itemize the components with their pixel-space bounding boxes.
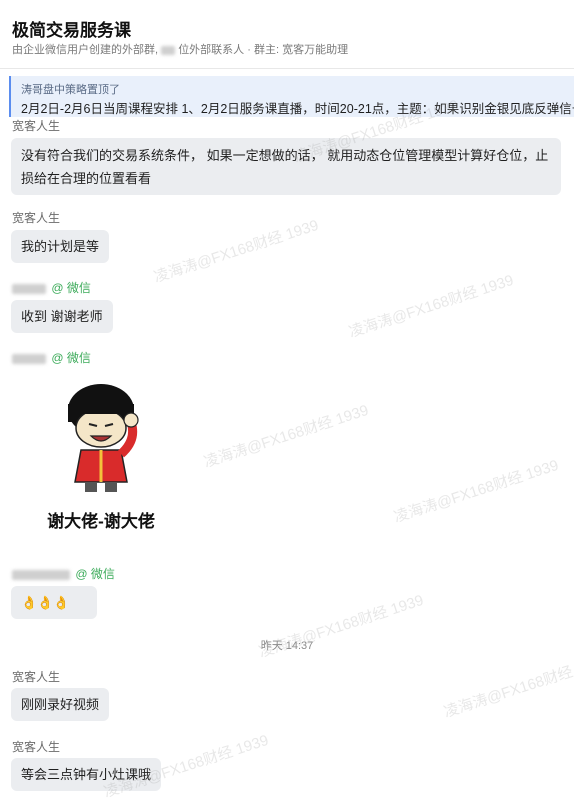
redacted-name bbox=[12, 353, 46, 364]
message-bubble[interactable]: 我的计划是等 bbox=[11, 230, 109, 263]
message-text: 刚刚录好视频 bbox=[21, 697, 100, 712]
redacted-name bbox=[12, 283, 46, 294]
chat-title: 极简交易服务课 bbox=[12, 21, 131, 40]
message-bubble[interactable]: 等会三点钟有小灶课哦 bbox=[11, 758, 161, 791]
pinned-message[interactable]: 涛哥盘中策略置顶了 2月2日-2月6日当周课程安排 1、2月2日服务课直播，时间… bbox=[9, 76, 574, 117]
message-sender[interactable]: @ 微信 bbox=[12, 349, 91, 366]
message-timestamp: 昨天 14:37 bbox=[260, 640, 314, 652]
wechat-tag: @ 微信 bbox=[75, 567, 115, 581]
redacted-name bbox=[12, 569, 70, 580]
message-sender[interactable]: 宽客人生 bbox=[12, 738, 60, 755]
wechat-tag: @ 微信 bbox=[51, 281, 91, 295]
message-sender[interactable]: @ 微信 bbox=[12, 279, 91, 296]
message-bubble[interactable]: 收到 谢谢老师 bbox=[11, 300, 113, 333]
chat-subtitle: 由企业微信用户创建的外部群, 位外部联系人 · 群主: 宽客万能助理 bbox=[12, 41, 348, 57]
message-list[interactable]: 宽客人生 没有符合我们的交易系统条件， 如果一定想做的话， 就用动态仓位管理模型… bbox=[0, 117, 574, 805]
sticker-caption: 谢大佬-谢大佬 bbox=[47, 512, 155, 531]
ok-hand-emoji: 👌👌👌 bbox=[21, 595, 70, 610]
message-text-line: 损给在合理的位置看看 bbox=[21, 171, 152, 186]
pinned-label: 涛哥盘中策略置顶了 bbox=[21, 84, 120, 96]
message-text-line: 没有符合我们的交易系统条件， 如果一定想做的话， 就用动态仓位管理模型计算好仓位… bbox=[21, 148, 549, 163]
message-text: 我的计划是等 bbox=[21, 239, 100, 254]
subtitle-prefix: 由企业微信用户创建的外部群, bbox=[12, 44, 159, 56]
message-text: 等会三点钟有小灶课哦 bbox=[21, 767, 152, 782]
wechat-tag: @ 微信 bbox=[51, 351, 91, 365]
message-sender[interactable]: 宽客人生 bbox=[12, 117, 60, 134]
pinned-text: 2月2日-2月6日当周课程安排 1、2月2日服务课直播，时间20-21点，主题：… bbox=[21, 102, 574, 116]
sticker-image[interactable]: 谢大佬-谢大佬 bbox=[11, 370, 191, 550]
message-sender[interactable]: @ 微信 bbox=[12, 565, 115, 582]
message-sender[interactable]: 宽客人生 bbox=[12, 209, 60, 226]
message-sender[interactable]: 宽客人生 bbox=[12, 668, 60, 685]
chat-header: 极简交易服务课 由企业微信用户创建的外部群, 位外部联系人 · 群主: 宽客万能… bbox=[0, 0, 574, 69]
subtitle-suffix: 位外部联系人 · 群主: 宽客万能助理 bbox=[178, 44, 349, 56]
message-bubble[interactable]: 👌👌👌 bbox=[11, 586, 97, 619]
message-bubble[interactable]: 刚刚录好视频 bbox=[11, 688, 109, 721]
redacted-count bbox=[161, 45, 176, 55]
message-text: 收到 谢谢老师 bbox=[21, 309, 103, 324]
message-bubble[interactable]: 没有符合我们的交易系统条件， 如果一定想做的话， 就用动态仓位管理模型计算好仓位… bbox=[11, 138, 561, 195]
